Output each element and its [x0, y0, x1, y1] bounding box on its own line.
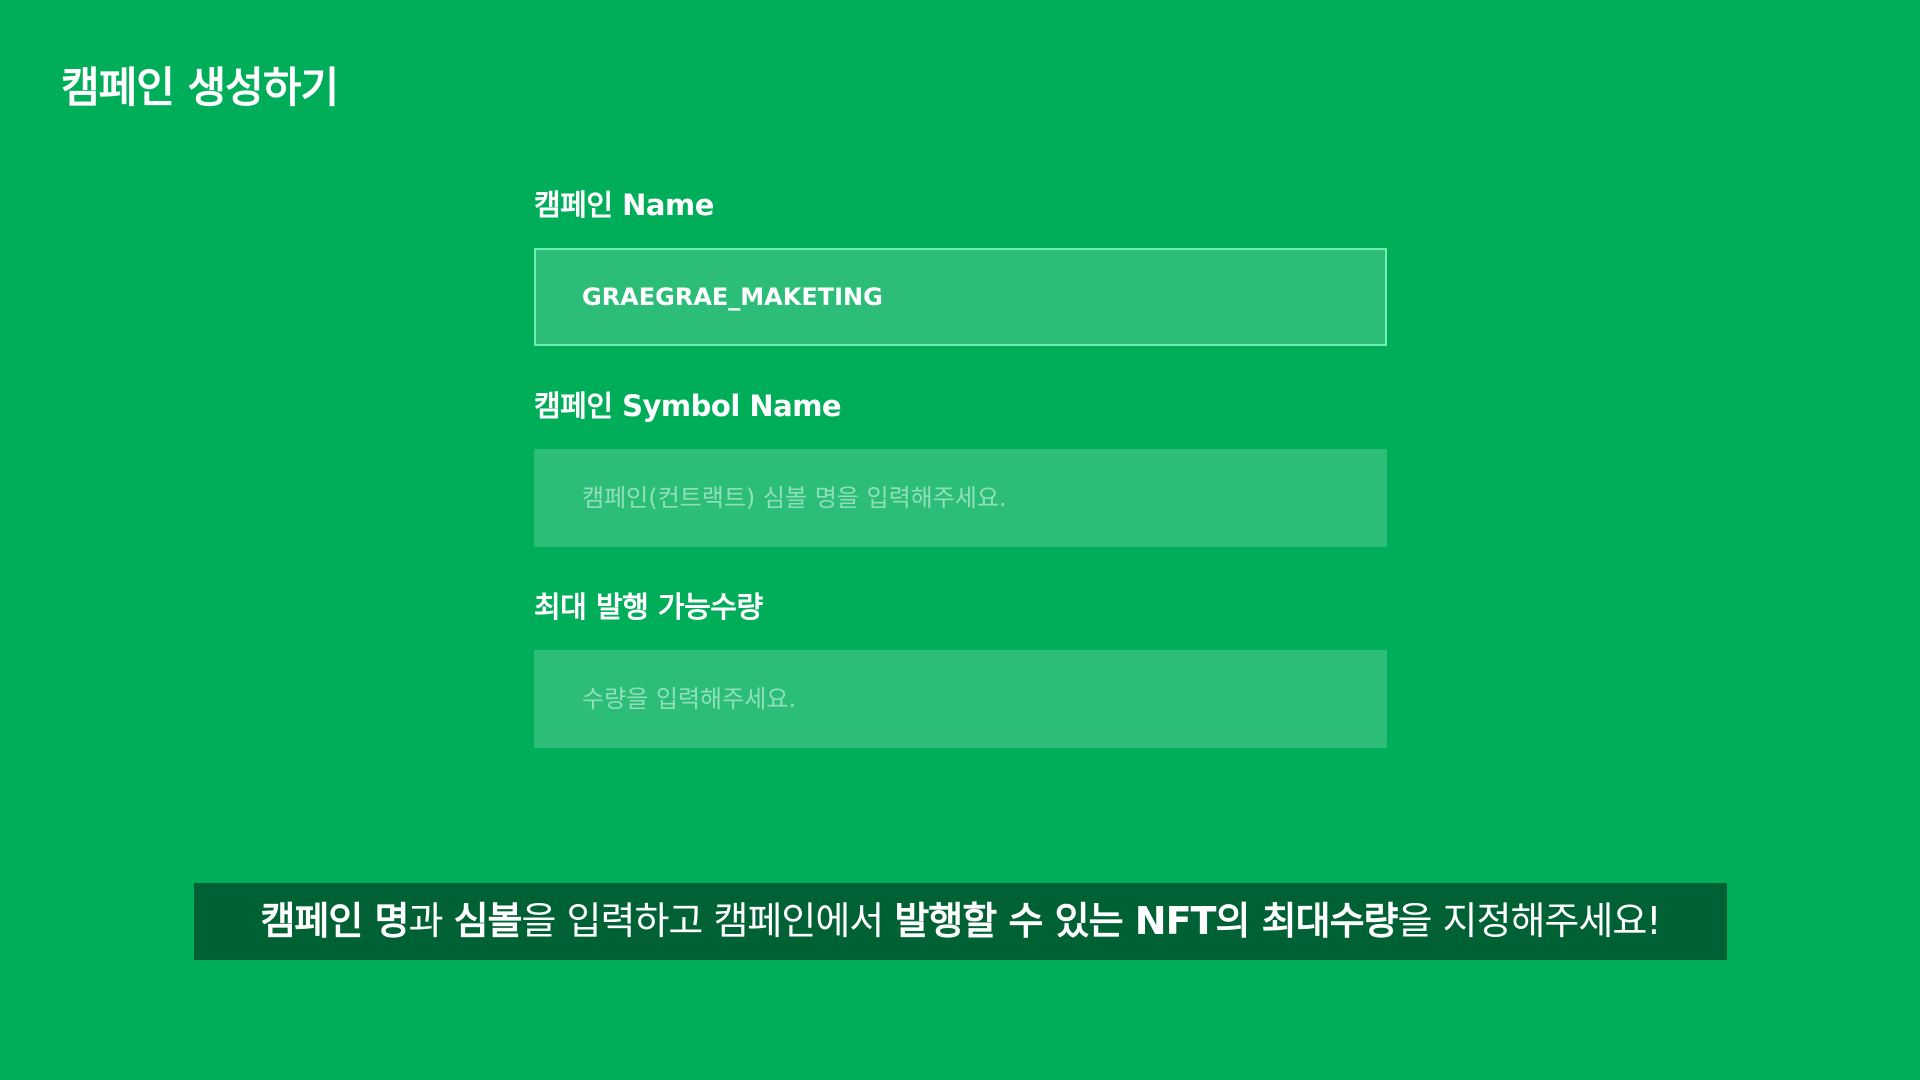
max-issue-quantity-input[interactable] [534, 650, 1387, 748]
campaign-symbol-name-input[interactable] [534, 449, 1387, 547]
caption-segment: 캠페인 명 [260, 899, 409, 943]
campaign-symbol-name-label: 캠페인 Symbol Name [534, 389, 842, 423]
campaign-name-input[interactable] [534, 248, 1387, 346]
caption-segment: 심볼 [453, 899, 523, 943]
caption-segment: 발행할 수 있는 NFT의 최대수량 [894, 899, 1398, 943]
campaign-name-label: 캠페인 Name [534, 188, 714, 222]
campaign-form: 캠페인 Name 캠페인 Symbol Name 최대 발행 가능수량 [534, 185, 1387, 788]
instruction-caption: 캠페인 명과 심볼을 입력하고 캠페인에서 발행할 수 있는 NFT의 최대수량… [194, 883, 1727, 960]
caption-segment: 과 [408, 899, 454, 943]
caption-segment: 을 입력하고 캠페인에서 [521, 899, 895, 943]
caption-segment: 을 지정해주세요! [1397, 899, 1662, 943]
page-title: 캠페인 생성하기 [61, 63, 339, 112]
max-issue-quantity-label: 최대 발행 가능수량 [534, 590, 763, 624]
